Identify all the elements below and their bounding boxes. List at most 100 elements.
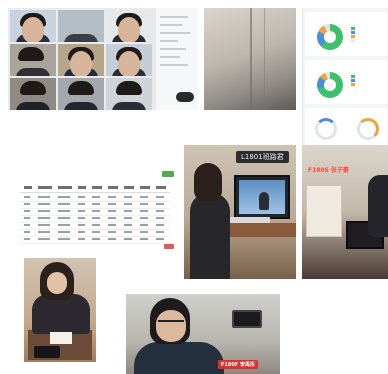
participant-face — [118, 17, 140, 42]
header-cell — [38, 186, 52, 189]
participant-hair — [116, 81, 142, 95]
participant-shirt — [16, 102, 50, 110]
paper-sheet — [50, 332, 72, 344]
table-cell — [156, 203, 164, 205]
table-cell — [140, 210, 148, 212]
participant-shirt — [64, 34, 98, 42]
legend-swatch — [351, 78, 355, 82]
table-cell — [78, 231, 85, 233]
student-with-phone-photo — [24, 258, 96, 362]
table-cell — [38, 210, 50, 212]
legend-swatch — [351, 34, 355, 38]
participant-tile — [106, 78, 152, 110]
table-cell — [92, 224, 100, 226]
phone — [34, 346, 60, 358]
presenter-figure — [259, 192, 269, 210]
table-cell — [92, 210, 100, 212]
participant-tile — [10, 44, 56, 76]
export-button — [162, 171, 174, 177]
participant-tile — [10, 10, 56, 42]
keyboard — [230, 217, 270, 223]
table-cell — [92, 196, 100, 198]
shelf — [306, 185, 342, 237]
header-cell — [24, 186, 32, 189]
sidebar-line — [160, 48, 186, 50]
monitor-screen — [239, 180, 285, 214]
table-cell — [38, 224, 50, 226]
table-cell — [140, 217, 148, 219]
header-cell — [140, 186, 150, 189]
table-cell — [108, 231, 116, 233]
participant-face — [22, 17, 44, 42]
table-cell — [124, 238, 132, 240]
student-body — [32, 294, 90, 334]
wall-edge — [250, 8, 252, 110]
table-cell — [78, 210, 85, 212]
header-cell — [78, 186, 86, 189]
legend-swatch — [351, 38, 355, 42]
table-cell — [124, 231, 132, 233]
donut-chart — [317, 24, 343, 50]
wall-edge — [264, 8, 265, 110]
table-cell — [58, 231, 70, 233]
dashboard-section — [305, 12, 387, 56]
table-cell — [58, 196, 70, 198]
table-cell — [24, 231, 30, 233]
table-cell — [108, 238, 116, 240]
table-cell — [92, 217, 100, 219]
table-cell — [140, 231, 148, 233]
table-cell — [38, 231, 50, 233]
sidebar-line — [160, 64, 188, 66]
name-caption: F180F 李禹彤 — [218, 360, 259, 369]
student-with-glasses-photo: F180F 李禹彤 — [126, 294, 280, 374]
participant-hair — [20, 81, 46, 95]
table-cell — [58, 203, 70, 205]
table-cell — [58, 217, 70, 219]
participant-shirt — [64, 102, 98, 110]
table-cell — [108, 210, 116, 212]
table-cell — [156, 217, 164, 219]
header-cell — [58, 186, 72, 189]
participant-tile — [58, 78, 104, 110]
table-cell — [78, 217, 85, 219]
table-cell — [24, 203, 30, 205]
table-cell — [92, 238, 100, 240]
score-table-screenshot — [18, 150, 176, 254]
table-cell — [124, 217, 132, 219]
table-row — [20, 236, 170, 244]
table-cell — [78, 196, 85, 198]
table-cell — [78, 238, 85, 240]
legend-swatch — [351, 30, 355, 34]
participant-face — [70, 51, 92, 76]
participant-face — [118, 51, 140, 76]
table-cell — [58, 210, 70, 212]
table-cell — [108, 196, 116, 198]
table-cell — [24, 224, 30, 226]
table-cell — [108, 224, 116, 226]
video-call-grid — [8, 8, 198, 110]
name-caption: F1805 张子豪 — [308, 167, 349, 174]
table-cell — [108, 217, 116, 219]
legend-swatch — [351, 82, 355, 86]
table-cell — [78, 203, 85, 205]
table-cell — [156, 196, 164, 198]
table-cell — [24, 238, 30, 240]
sidebar-line — [160, 32, 190, 34]
header-cell — [124, 186, 134, 189]
table-cell — [24, 210, 30, 212]
name-banner: L1801班路君 — [236, 151, 289, 163]
table-cell — [124, 210, 132, 212]
table-cell — [24, 196, 30, 198]
donut-legend — [351, 74, 361, 86]
participant-hair — [18, 47, 44, 61]
glasses-icon — [158, 320, 184, 327]
table-cell — [78, 224, 85, 226]
participant-tile — [106, 44, 152, 76]
table-cell — [140, 203, 148, 205]
table-cell — [156, 238, 164, 240]
header-cell — [92, 186, 102, 189]
statistics-dashboard — [302, 8, 388, 148]
pagination-icon — [164, 244, 174, 249]
table-cell — [140, 224, 148, 226]
table-cell — [124, 203, 132, 205]
